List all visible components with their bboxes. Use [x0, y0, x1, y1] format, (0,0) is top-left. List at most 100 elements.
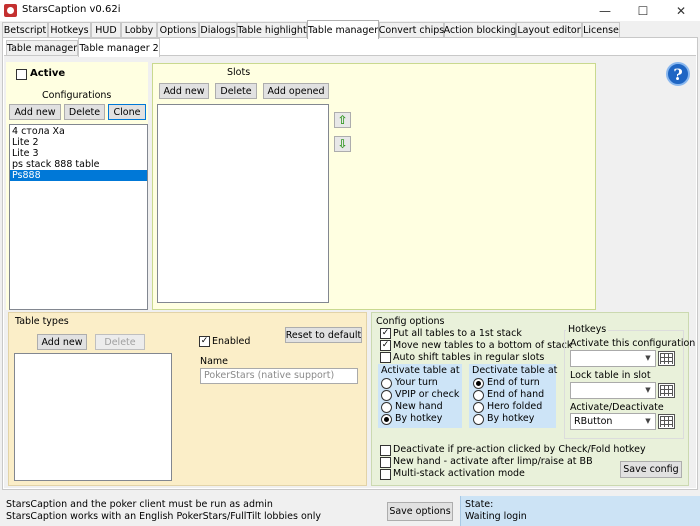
activate-vpip-radio[interactable]: [381, 390, 392, 401]
deactivate-pre-action-checkbox[interactable]: [380, 445, 391, 456]
new-hand-activate-label: New hand - activate after limp/raise at …: [393, 456, 593, 467]
close-button[interactable]: ✕: [662, 0, 700, 21]
enabled-checkbox[interactable]: ✓: [199, 336, 210, 347]
title-bar: StarsCaption v0.62i — ☐ ✕: [0, 0, 700, 21]
config-clone-button[interactable]: Clone: [108, 104, 146, 120]
deactivate-by-hotkey-label: By hotkey: [487, 413, 535, 424]
config-item-lite-3[interactable]: Lite 3: [10, 148, 147, 159]
tab-hotkeys[interactable]: Hotkeys: [48, 22, 91, 38]
activate-deactivate-hotkey-value: RButton: [574, 416, 613, 427]
table-types-title: Table types: [15, 316, 69, 327]
table-types-delete-button[interactable]: Delete: [95, 334, 145, 350]
slots-add-new-button[interactable]: Add new: [159, 83, 209, 99]
lock-slot-hotkey-select[interactable]: ▼: [570, 382, 656, 399]
put-all-tables-checkbox[interactable]: ✓: [380, 328, 391, 339]
state-label: State:: [465, 499, 494, 510]
activate-new-hand-label: New hand: [395, 401, 443, 412]
deactivate-pre-action-label: Deactivate if pre-action clicked by Chec…: [393, 444, 646, 455]
config-options-panel: Config options ✓ Put all tables to a 1st…: [371, 312, 695, 486]
tab-betscript[interactable]: Betscript: [2, 22, 48, 38]
keyboard-icon[interactable]: [658, 383, 675, 398]
multi-stack-label: Multi-stack activation mode: [393, 468, 525, 479]
lobby-notice: StarsCaption works with an English Poker…: [6, 511, 322, 522]
auto-shift-tables-label: Auto shift tables in regular slots: [393, 352, 545, 363]
save-config-button[interactable]: Save config: [620, 461, 682, 478]
maximize-button[interactable]: ☐: [624, 0, 662, 21]
active-label: Active: [30, 68, 66, 79]
auto-shift-tables-checkbox[interactable]: [380, 352, 391, 363]
configurations-panel: Active Configurations Add new Delete Clo…: [6, 62, 148, 310]
hotkeys-title: Hotkeys: [566, 324, 609, 335]
config-item-ps-stack-888[interactable]: ps stack 888 table: [10, 159, 147, 170]
app-icon: [4, 4, 17, 17]
activate-deactivate-label: Activate/Deactivate: [570, 402, 664, 413]
move-down-icon[interactable]: ⇩: [334, 136, 351, 152]
activate-config-hotkey-select[interactable]: ▼: [570, 350, 656, 367]
activate-table-group: Activate table at Your turn VPIP or chec…: [378, 364, 462, 428]
activate-new-hand-radio[interactable]: [381, 402, 392, 413]
tab-lobby[interactable]: Lobby: [121, 22, 157, 38]
help-icon[interactable]: ?: [666, 62, 690, 86]
config-add-new-button[interactable]: Add new: [9, 104, 61, 120]
tab-layout-editor[interactable]: Layout editor: [516, 22, 582, 38]
enabled-label: Enabled: [212, 336, 251, 347]
reset-to-default-button[interactable]: Reset to default: [285, 327, 362, 343]
tab-convert-chips[interactable]: Convert chips: [379, 22, 444, 38]
tab-options[interactable]: Options: [157, 22, 199, 38]
tab-table-manager[interactable]: Table manager: [307, 20, 379, 39]
keyboard-icon[interactable]: [658, 351, 675, 366]
save-options-button[interactable]: Save options: [387, 502, 453, 521]
deactivate-by-hotkey-radio[interactable]: [473, 414, 484, 425]
deactivate-end-of-hand-radio[interactable]: [473, 390, 484, 401]
table-types-add-new-button[interactable]: Add new: [37, 334, 87, 350]
table-type-name-input[interactable]: PokerStars (native support): [200, 368, 358, 384]
slots-title: Slots: [227, 67, 251, 78]
state-panel: State: Waiting login: [460, 496, 700, 526]
tab-license[interactable]: License: [582, 22, 620, 38]
config-item-lite-2[interactable]: Lite 2: [10, 137, 147, 148]
move-up-icon[interactable]: ⇧: [334, 112, 351, 128]
new-hand-activate-checkbox[interactable]: [380, 457, 391, 468]
chevron-down-icon: ▼: [645, 354, 651, 362]
activate-table-title: Activate table at: [381, 365, 460, 376]
put-all-tables-label: Put all tables to a 1st stack: [393, 328, 522, 339]
configurations-list[interactable]: 4 стола Ха Lite 2 Lite 3 ps stack 888 ta…: [9, 124, 148, 310]
name-label: Name: [200, 356, 229, 367]
move-new-tables-checkbox[interactable]: ✓: [380, 340, 391, 351]
keyboard-icon[interactable]: [658, 414, 675, 429]
config-options-title: Config options: [376, 316, 445, 327]
tab-hud[interactable]: HUD: [91, 22, 121, 38]
deactivate-hero-folded-radio[interactable]: [473, 402, 484, 413]
window-title: StarsCaption v0.62i: [22, 4, 121, 15]
config-delete-button[interactable]: Delete: [64, 104, 105, 120]
tab-dialogs[interactable]: Dialogs: [199, 22, 237, 38]
minimize-button[interactable]: —: [586, 0, 624, 21]
chevron-down-icon: ▼: [645, 386, 651, 394]
activate-deactivate-hotkey-select[interactable]: RButton ▼: [570, 413, 656, 430]
slots-add-opened-button[interactable]: Add opened: [263, 83, 329, 99]
config-item-ps888[interactable]: Ps888: [10, 170, 147, 181]
active-checkbox[interactable]: [16, 69, 27, 80]
deactivate-end-of-turn-radio[interactable]: [473, 378, 484, 389]
activate-your-turn-radio[interactable]: [381, 378, 392, 389]
tab-action-blocking[interactable]: Action blocking: [444, 22, 516, 38]
subtab-table-manager-2[interactable]: Table manager 2: [78, 38, 160, 57]
config-item-4-stola[interactable]: 4 стола Ха: [10, 126, 147, 137]
slots-delete-button[interactable]: Delete: [215, 83, 257, 99]
deactivate-end-of-hand-label: End of hand: [487, 389, 545, 400]
activate-your-turn-label: Your turn: [395, 377, 438, 388]
subtab-table-manager[interactable]: Table manager: [6, 40, 78, 56]
tab-table-highlight[interactable]: Table highlight: [237, 22, 307, 38]
slots-list[interactable]: [157, 104, 329, 303]
slots-panel: Slots Add new Delete Add opened ⇧ ⇩: [152, 63, 596, 310]
activate-by-hotkey-radio[interactable]: [381, 414, 392, 425]
activate-vpip-label: VPIP or check: [395, 389, 460, 400]
multi-stack-checkbox[interactable]: [380, 469, 391, 480]
activate-config-label: Activate this configuration: [570, 338, 696, 349]
main-tab-strip: Betscript Hotkeys HUD Lobby Options Dial…: [0, 20, 700, 39]
admin-notice: StarsCaption and the poker client must b…: [6, 499, 273, 510]
deactivate-table-group: Dectivate table at End of turn End of ha…: [469, 364, 558, 428]
deactivate-table-title: Dectivate table at: [472, 365, 558, 376]
table-types-list[interactable]: [14, 353, 172, 481]
table-types-panel: Table types Add new Delete ✓ Enabled Res…: [8, 312, 367, 486]
